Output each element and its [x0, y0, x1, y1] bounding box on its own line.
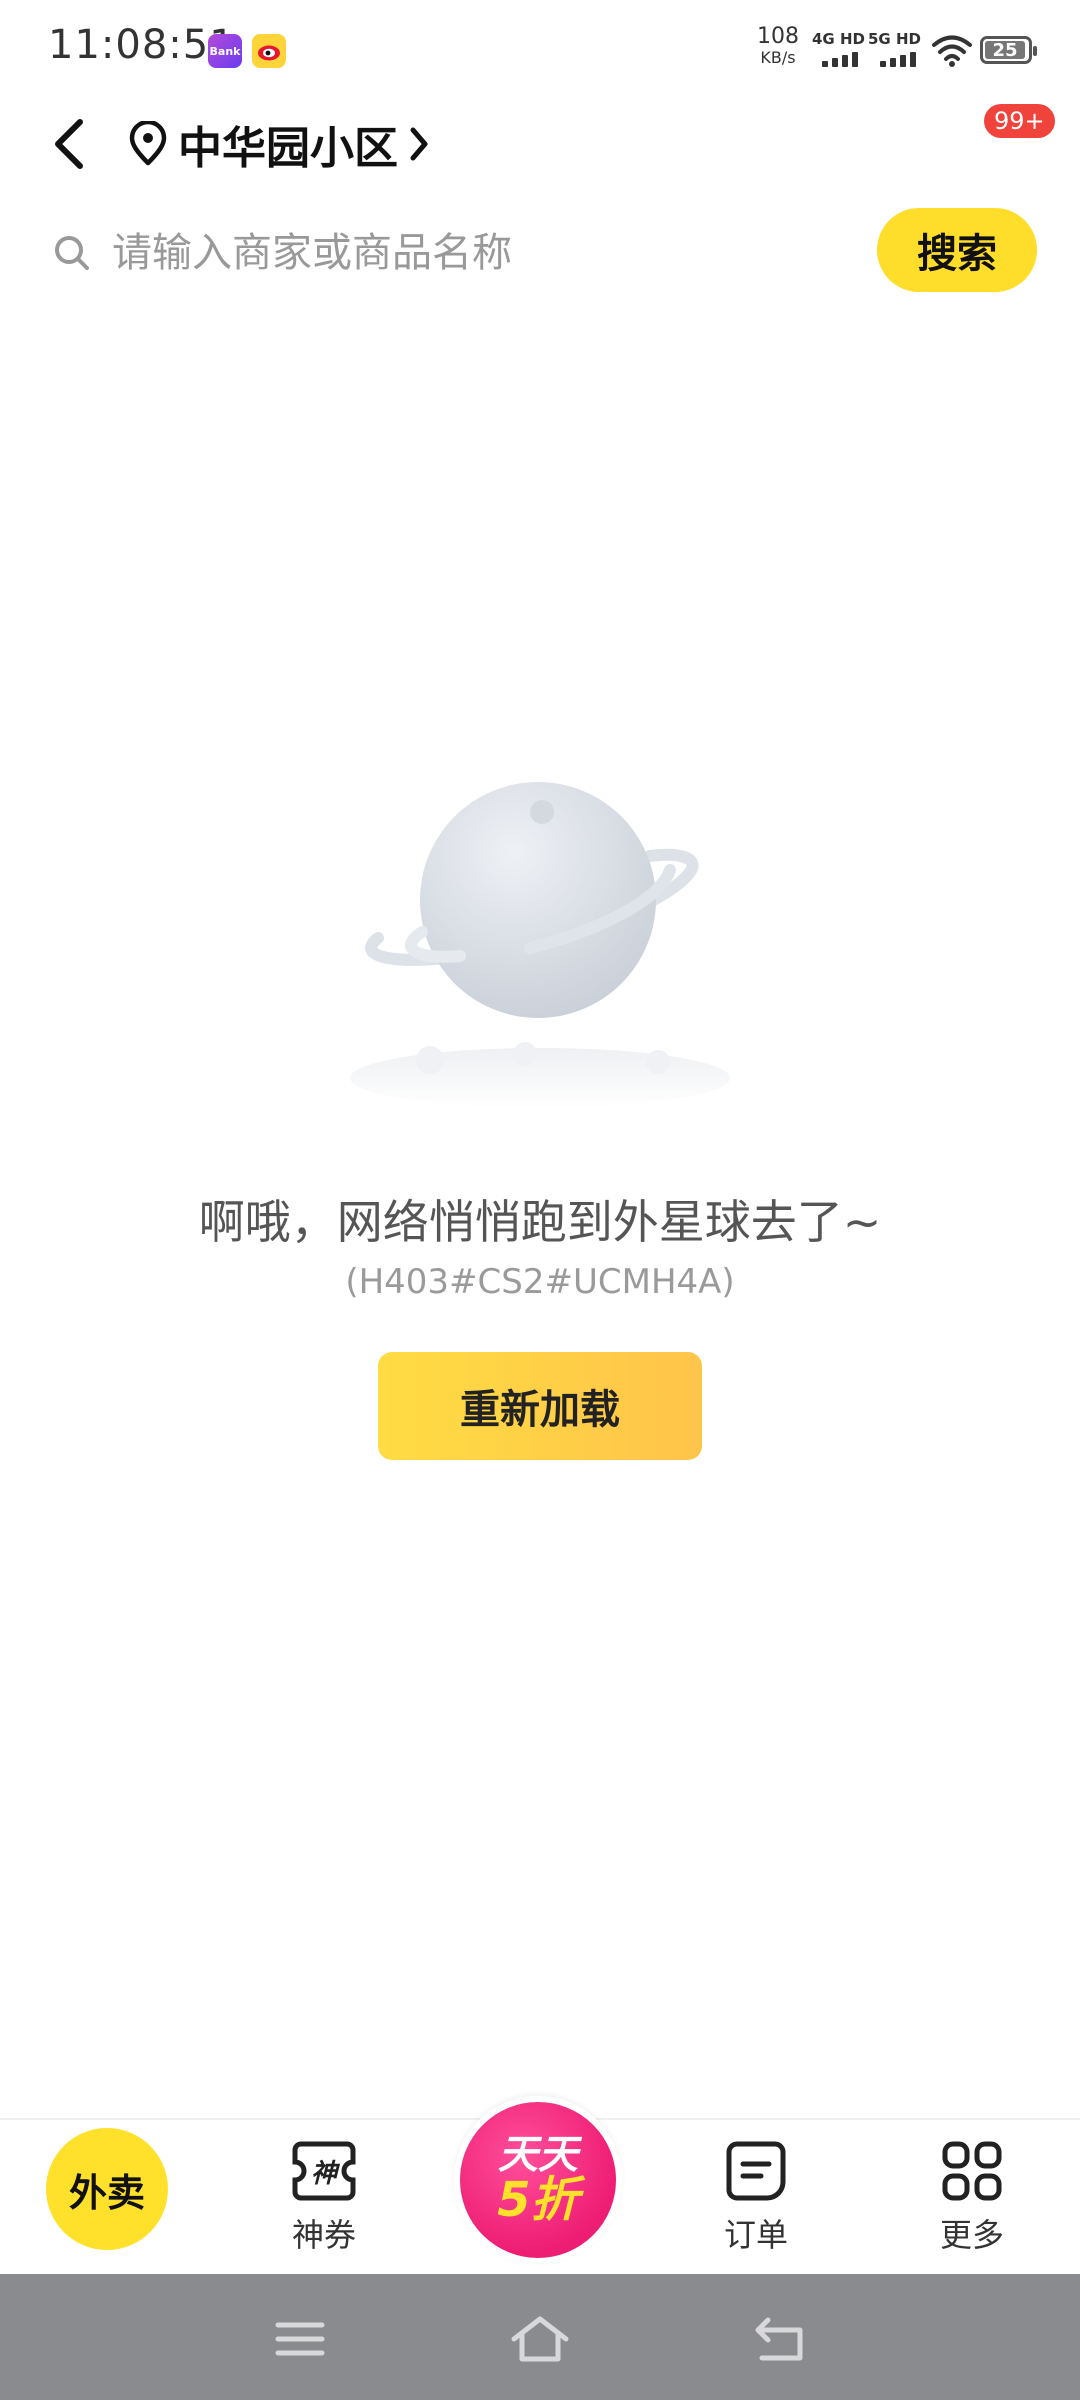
- wifi-icon: [932, 34, 972, 68]
- grid-icon: [942, 2141, 1002, 2201]
- orders-icon: [726, 2141, 786, 2201]
- tab-waimai[interactable]: 外卖: [46, 2128, 168, 2250]
- tab-more-label: 更多: [939, 2216, 1004, 2254]
- error-message: 啊哦，网络悄悄跑到外星球去了~: [198, 1195, 882, 1249]
- planet-illustration: [340, 760, 740, 1110]
- home-icon: [511, 2316, 569, 2362]
- promo-line-1: 天天: [498, 2131, 578, 2178]
- chevron-left-icon: [55, 119, 83, 169]
- network-speed: 108 KB/s: [757, 24, 799, 67]
- home-button[interactable]: [505, 2304, 575, 2374]
- location-selector[interactable]: 中华园小区: [128, 110, 430, 178]
- svg-text:神: 神: [311, 2159, 341, 2189]
- tab-coupon[interactable]: 神 神券: [264, 2120, 384, 2276]
- search-button[interactable]: 搜索: [877, 208, 1037, 292]
- menu-button[interactable]: [265, 2304, 335, 2374]
- reload-button[interactable]: 重新加载: [378, 1352, 702, 1460]
- system-nav-bar: [0, 2274, 1080, 2400]
- signal-4g-icon: [822, 52, 858, 67]
- search-input[interactable]: [112, 230, 812, 276]
- menu-icon: [275, 2322, 325, 2356]
- promo-line-2: 5折: [497, 2171, 579, 2228]
- status-bar: 11:08:51 Bank 108 KB/s 4G HD 5G HD 25: [0, 0, 1080, 96]
- chevron-right-icon: [410, 127, 428, 161]
- tab-orders[interactable]: 订单: [696, 2120, 816, 2276]
- coupon-icon: 神: [292, 2141, 356, 2201]
- search-icon: [55, 236, 89, 270]
- message-badge[interactable]: 99+: [984, 104, 1055, 138]
- return-icon: [755, 2317, 803, 2361]
- battery-level: 25: [985, 40, 1025, 61]
- signal-5g-icon: [880, 52, 916, 67]
- tab-more[interactable]: 更多: [912, 2120, 1032, 2276]
- back-button[interactable]: [40, 112, 96, 176]
- search-bar: [52, 208, 862, 298]
- tab-orders-label: 订单: [723, 2216, 788, 2254]
- back-system-button[interactable]: [745, 2304, 815, 2374]
- location-pin-icon: [129, 121, 167, 166]
- tab-coupon-label: 神券: [291, 2216, 356, 2254]
- promo-half-price-button[interactable]: 天天 5折: [454, 2096, 622, 2264]
- battery-icon: 25: [980, 36, 1037, 64]
- network-4g-label: 4G HD: [812, 30, 865, 48]
- bank-app-icon: Bank: [208, 34, 242, 68]
- location-name: 中华园小区: [178, 123, 398, 174]
- network-5g-label: 5G HD: [868, 30, 921, 48]
- weibo-app-icon: [252, 34, 286, 68]
- screen: 11:08:51 Bank 108 KB/s 4G HD 5G HD 25 中华…: [0, 0, 1080, 2400]
- error-code: (H403#CS2#UCMH4A): [345, 1262, 735, 1302]
